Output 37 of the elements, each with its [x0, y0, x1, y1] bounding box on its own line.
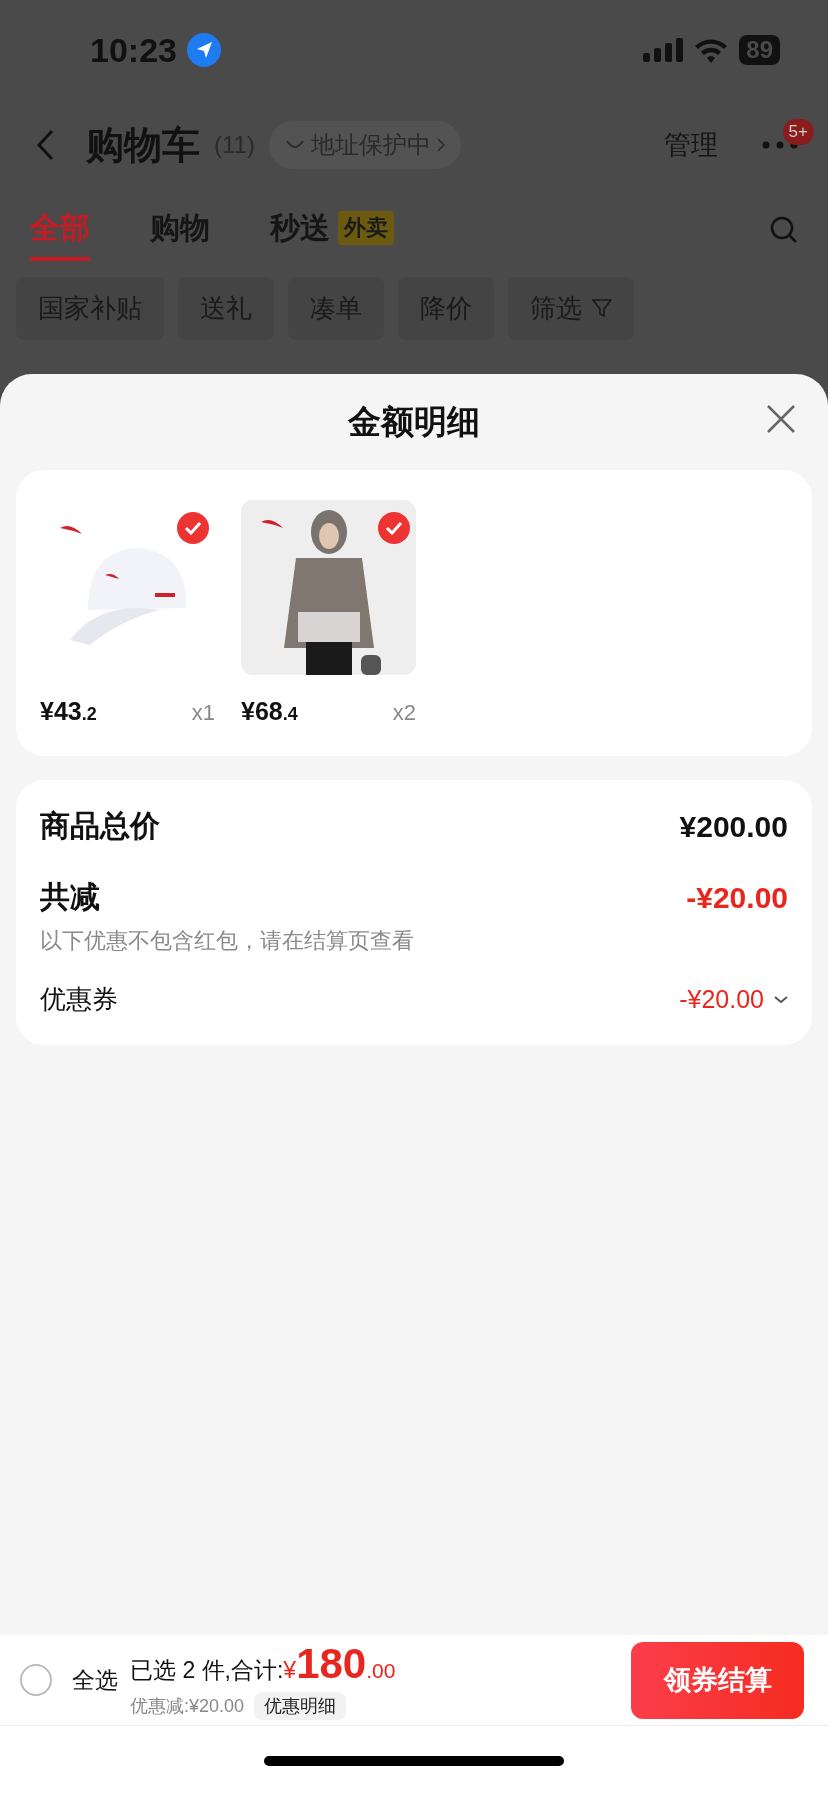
page-title: 购物车: [86, 122, 200, 168]
cart-tab[interactable]: 全部: [30, 199, 90, 261]
total-value: ¥200.00: [679, 809, 788, 844]
battery-level: 89: [739, 35, 780, 65]
product-quantity: x1: [191, 700, 215, 726]
coupon-value: -¥20.00: [679, 985, 764, 1014]
signal-icon: [643, 38, 684, 62]
discount-note: 以下优惠不包含红包，请在结算页查看: [40, 927, 415, 955]
wifi-icon: [693, 37, 730, 63]
total-label: 商品总价: [40, 808, 160, 844]
chevron-down-icon[interactable]: [774, 995, 788, 1004]
back-icon[interactable]: [36, 129, 54, 161]
discount-value: -¥20.00: [686, 880, 788, 915]
checkout-button[interactable]: 领券结算: [631, 1641, 804, 1719]
select-all-radio[interactable]: [20, 1664, 52, 1696]
notification-badge: 5+: [782, 119, 814, 145]
chevron-right-icon: [436, 138, 445, 152]
coupon-label: 优惠券: [40, 983, 118, 1016]
sheet-title: 金额明细: [348, 401, 480, 442]
filter-icon: [592, 298, 612, 318]
status-time: 10:23: [90, 30, 177, 70]
product-quantity: x2: [392, 700, 416, 726]
discount-label: 共减: [40, 879, 100, 915]
location-icon: [186, 33, 221, 67]
total-amount: 已选 2 件,合计:¥180.00: [130, 1640, 396, 1688]
search-icon[interactable]: [770, 216, 798, 244]
select-all-label: 全选: [72, 1665, 118, 1695]
discount-details-button[interactable]: 优惠明细: [254, 1692, 347, 1720]
smile-icon: [284, 139, 305, 151]
saving-text: 优惠减:¥20.00: [130, 1695, 245, 1718]
check-icon: [184, 521, 202, 535]
tab-tag: 外卖: [338, 211, 394, 245]
check-icon: [385, 521, 403, 535]
product-price: ¥43.2: [40, 697, 97, 726]
product-price: ¥68.4: [241, 697, 298, 726]
close-icon: [766, 404, 796, 434]
tab-label: 全部: [30, 209, 90, 246]
